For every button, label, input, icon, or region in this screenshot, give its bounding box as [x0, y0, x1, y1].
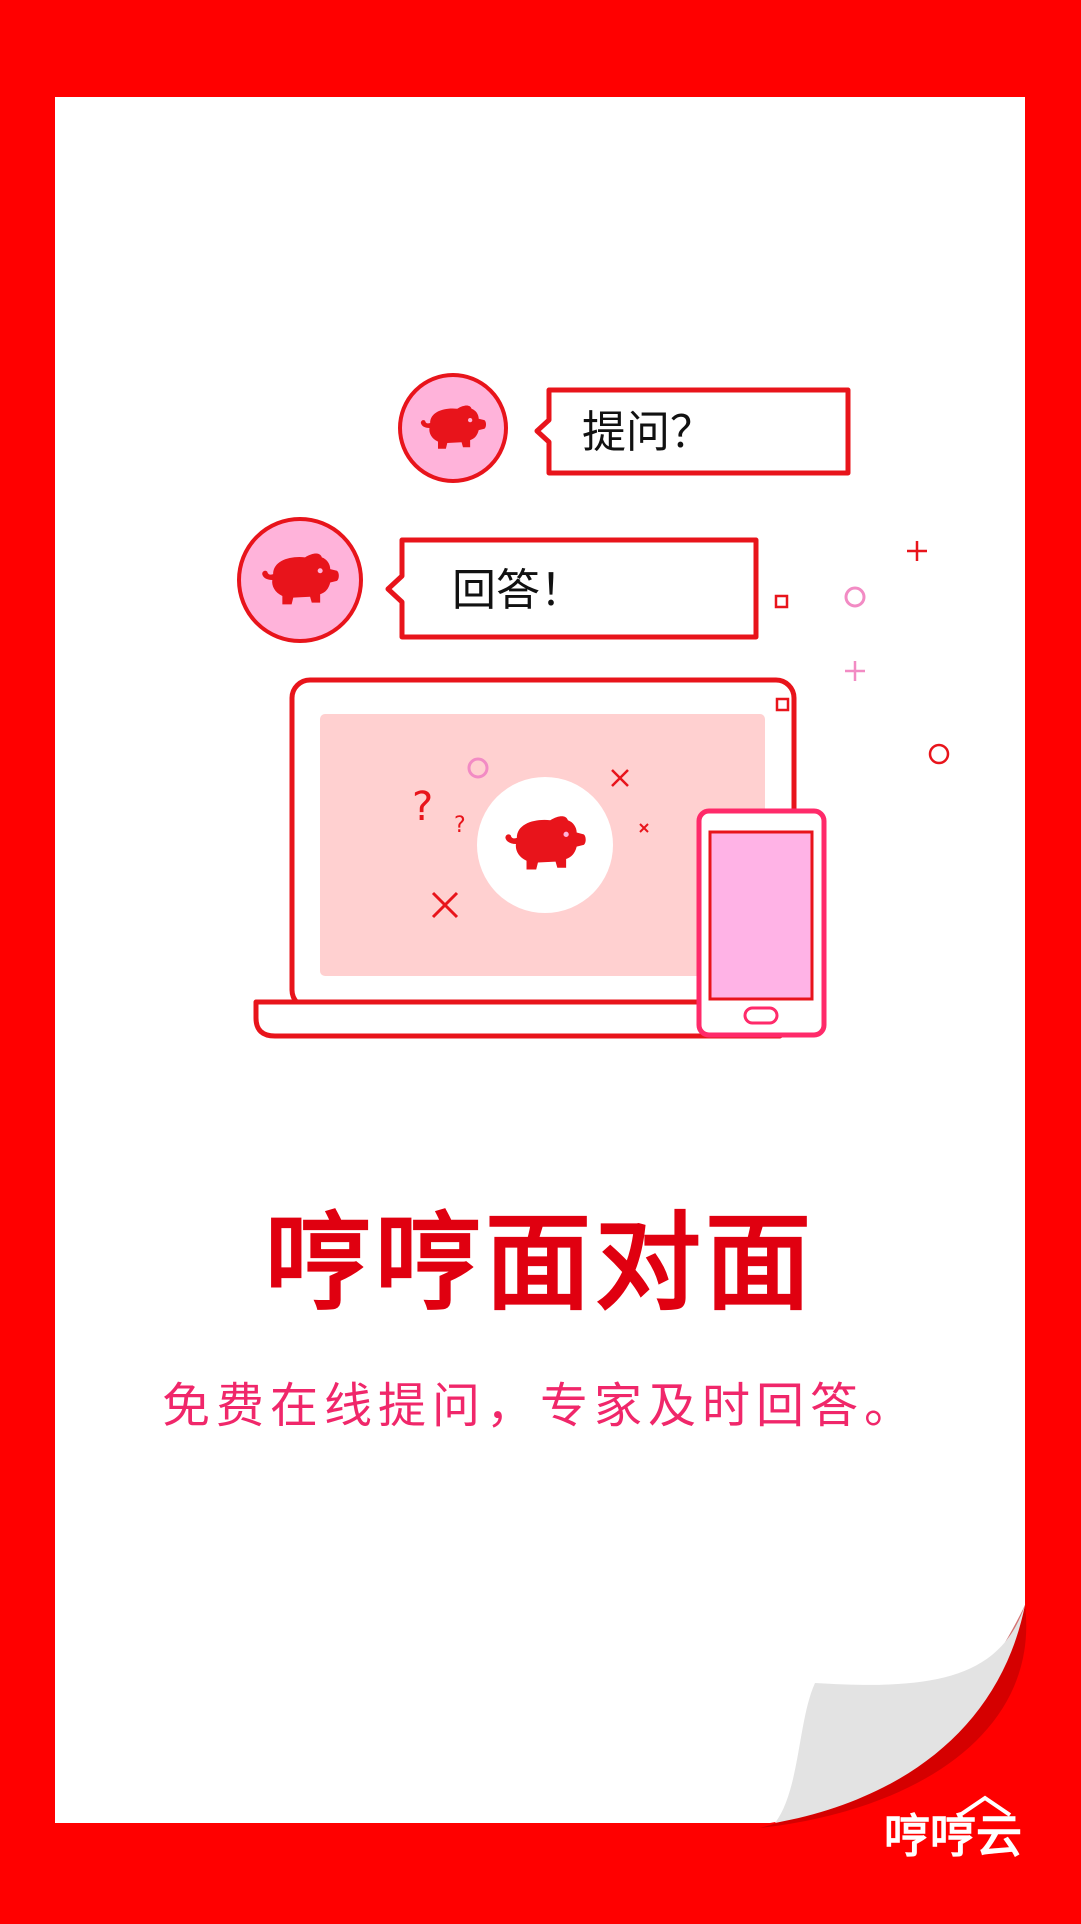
question-mark-icon: ?: [412, 784, 433, 830]
brand-logo: 哼哼云: [884, 1795, 1022, 1863]
answer-text: 回答！: [452, 565, 584, 616]
question-text: 提问？: [582, 407, 714, 458]
poster-canvas: 提问？ 回答！ ? ? 哼哼面对面 免费在线提问，专家及时回答。 哼哼云: [55, 97, 1027, 1863]
asker-avatar: [398, 373, 508, 483]
headline: 哼哼面对面: [265, 1200, 815, 1325]
question-bubble: 提问？: [534, 387, 851, 476]
subline: 免费在线提问，专家及时回答。: [162, 1378, 918, 1434]
answer-bubble: 回答！: [385, 537, 759, 640]
question-mark-icon: ?: [454, 813, 466, 838]
poster: 提问？ 回答！ ? ? 哼哼面对面 免费在线提问，专家及时回答。 哼哼云: [0, 0, 1081, 1920]
answerer-avatar: [237, 517, 363, 643]
brand-name: 哼哼云: [884, 1809, 1022, 1863]
phone-illustration: [696, 808, 827, 1038]
